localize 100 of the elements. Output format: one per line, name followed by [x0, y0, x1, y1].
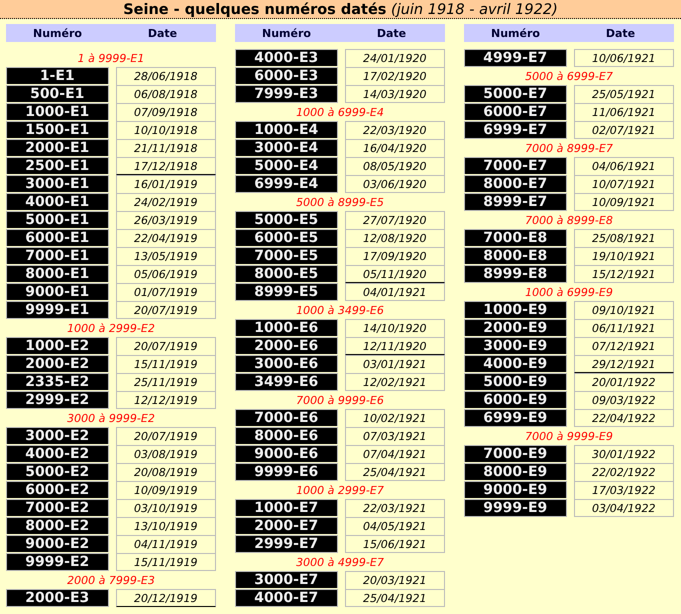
number-cell: 9999-E6 [235, 463, 338, 481]
number-cell: 7000-E7 [464, 157, 566, 174]
date-cell: 22/02/1922 [574, 463, 674, 481]
date-cell: 04/05/1921 [344, 517, 445, 535]
date-cell: 17/02/1920 [344, 67, 445, 85]
date-cell: 30/01/1922 [574, 445, 674, 463]
date-cell: 07/12/1921 [574, 337, 674, 355]
range-label: 3000 à 4999-E7 [296, 556, 384, 568]
range-label: 7000 à 9999-E6 [296, 394, 384, 406]
range-label: 1000 à 2999-E7 [296, 484, 384, 496]
date-cell: 22/04/1919 [116, 229, 216, 247]
date-cell: 24/02/1919 [116, 193, 216, 211]
number-cell: 3000-E9 [464, 337, 566, 354]
number-cell: 1000-E6 [235, 319, 338, 336]
date-cell: 20/03/1921 [344, 571, 445, 589]
range-label: 1000 à 6999-E9 [525, 286, 613, 298]
range-label: 1000 à 6999-E4 [296, 106, 384, 118]
number-cell: 8999-E5 [235, 283, 338, 301]
date-cell: 12/12/1919 [116, 391, 216, 409]
date-cell: 25/04/1921 [344, 463, 445, 481]
number-cell: 7000-E5 [235, 247, 338, 264]
date-cell: 20/08/1919 [116, 463, 216, 481]
date-cell: 15/06/1921 [344, 535, 445, 553]
number-cell: 8000-E5 [235, 265, 338, 282]
date-cell: 07/09/1918 [116, 103, 216, 121]
range-label: 7000 à 9999-E9 [525, 430, 613, 442]
number-cell: 6000-E2 [6, 481, 108, 498]
number-cell: 9999-E2 [6, 553, 108, 571]
date-cell: 09/10/1921 [574, 301, 674, 319]
number-cell: 3000-E1 [6, 175, 108, 192]
date-cell: 15/11/1919 [116, 355, 216, 373]
range-label: 7000 à 8999-E8 [525, 214, 613, 226]
date-cell: 20/01/1922 [574, 373, 674, 391]
number-cell: 5000-E1 [6, 211, 108, 228]
date-cell: 20/07/1919 [116, 337, 216, 355]
number-cell: 6000-E9 [464, 391, 566, 408]
date-cell: 02/07/1921 [574, 121, 674, 139]
date-cell: 10/02/1921 [344, 409, 445, 427]
date-cell: 05/06/1919 [116, 265, 216, 283]
date-cell: 10/09/1921 [574, 193, 674, 211]
number-cell: 9000-E2 [6, 535, 108, 552]
number-cell: 1-E1 [6, 67, 108, 84]
number-cell: 1000-E9 [464, 301, 566, 318]
number-cell: 2000-E1 [6, 139, 108, 156]
date-cell: 06/08/1918 [116, 85, 216, 103]
range-label: 1000 à 2999-E2 [67, 322, 155, 334]
range-label: 2000 à 7999-E3 [67, 574, 155, 586]
date-cell: 03/06/1920 [344, 175, 445, 193]
date-cell: 19/10/1921 [574, 247, 674, 265]
date-cell: 04/06/1921 [574, 157, 674, 175]
date-cell: 24/01/1920 [344, 49, 445, 67]
number-cell: 6000-E5 [235, 229, 338, 246]
number-cell: 7000-E1 [6, 247, 108, 264]
number-cell: 6999-E7 [464, 121, 566, 139]
range-label: 5000 à 8999-E5 [296, 196, 384, 208]
date-cell: 20/12/1919 [116, 589, 216, 607]
range-label: 7000 à 8999-E7 [525, 142, 613, 154]
number-cell: 2500-E1 [6, 157, 108, 174]
number-cell: 2000-E3 [6, 589, 108, 607]
date-cell: 16/04/1920 [344, 139, 445, 157]
range-label: 3000 à 9999-E2 [67, 412, 155, 424]
date-cell: 11/06/1921 [574, 103, 674, 121]
number-cell: 3000-E4 [235, 139, 338, 156]
date-cell: 20/07/1919 [116, 301, 216, 319]
number-cell: 4000-E3 [235, 49, 338, 66]
date-cell: 25/04/1921 [344, 589, 445, 607]
number-cell: 1000-E2 [6, 337, 108, 354]
number-cell: 7000-E8 [464, 229, 566, 246]
date-cell: 12/08/1920 [344, 229, 445, 247]
number-cell: 2000-E7 [235, 517, 338, 534]
date-cell: 03/10/1919 [116, 499, 216, 517]
date-cell: 10/09/1919 [116, 481, 216, 499]
number-cell: 8000-E7 [464, 175, 566, 192]
date-cell: 15/11/1919 [116, 553, 216, 571]
date-cell: 12/02/1921 [344, 373, 445, 391]
date-cell: 28/06/1918 [116, 67, 216, 85]
column-header: Numéro [490, 26, 541, 40]
number-cell: 4999-E7 [464, 49, 566, 67]
number-cell: 3000-E6 [235, 355, 338, 372]
date-cell: 03/04/1922 [574, 499, 674, 517]
number-cell: 5000-E9 [464, 373, 566, 390]
number-cell: 2999-E7 [235, 535, 338, 553]
number-cell: 6000-E7 [464, 103, 566, 120]
column-header: Date [376, 26, 408, 40]
number-cell: 4000-E9 [464, 355, 566, 372]
date-cell: 13/10/1919 [116, 517, 216, 535]
number-cell: 500-E1 [6, 85, 108, 102]
number-cell: 2335-E2 [6, 373, 108, 390]
date-cell: 29/12/1921 [574, 355, 674, 373]
date-cell: 10/10/1918 [116, 121, 216, 139]
date-cell: 20/07/1919 [116, 427, 216, 445]
date-cell: 08/05/1920 [344, 157, 445, 175]
number-cell: 6000-E3 [235, 67, 338, 84]
number-cell: 2000-E9 [464, 319, 566, 336]
number-cell: 2999-E2 [6, 391, 108, 409]
date-cell: 25/08/1921 [574, 229, 674, 247]
number-cell: 9999-E1 [6, 301, 108, 319]
date-cell: 17/03/1922 [574, 481, 674, 499]
number-cell: 5000-E4 [235, 157, 338, 174]
date-cell: 07/04/1921 [344, 445, 445, 463]
